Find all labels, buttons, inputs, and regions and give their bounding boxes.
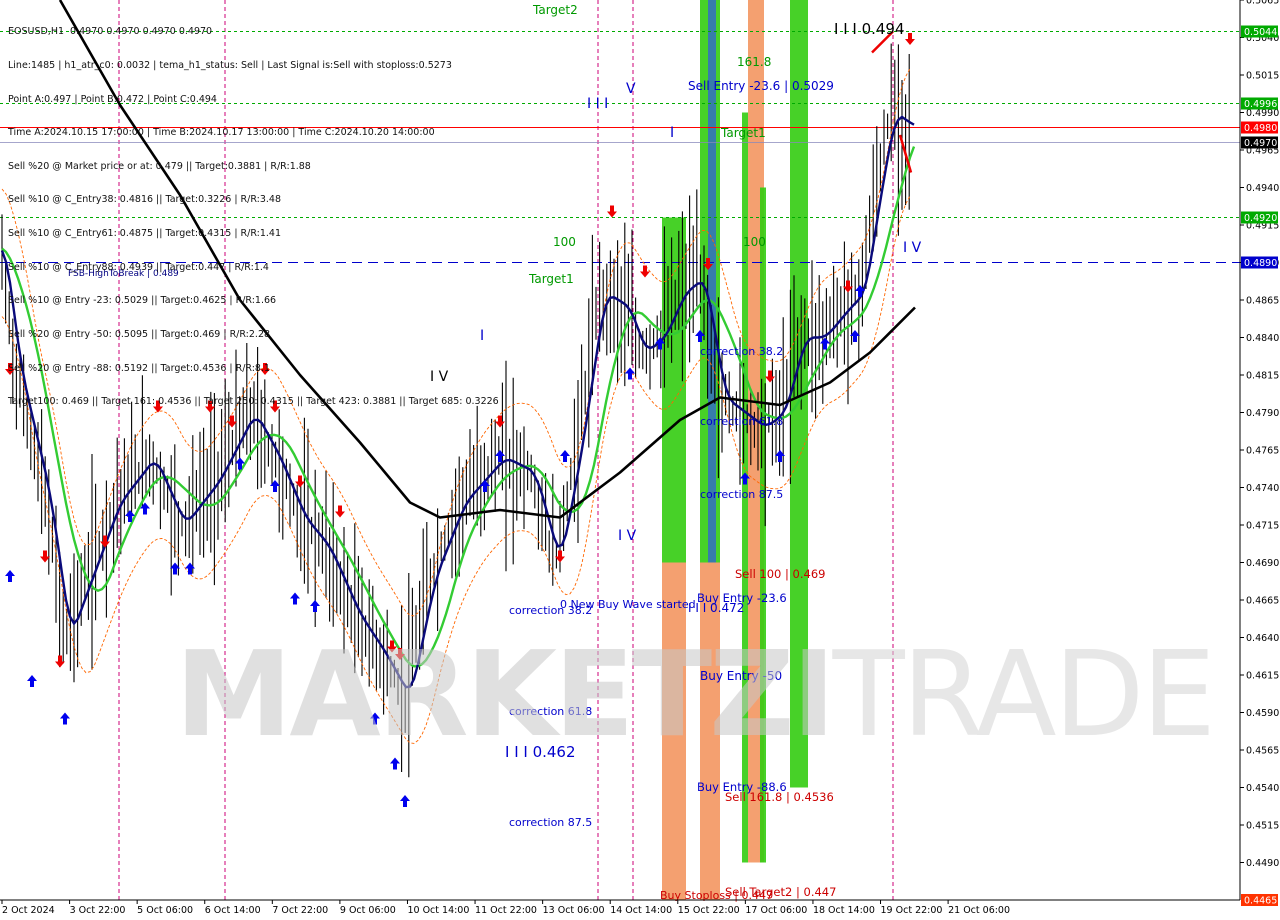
annotation-7: Target1 xyxy=(720,126,766,140)
annotation-4: I I I xyxy=(587,96,608,112)
buy-arrow-13 xyxy=(400,795,410,807)
info-line-sell-c88: Sell %10 @ C_Entry88: 0.4939 || Target:0… xyxy=(8,261,269,273)
annotation-29: correction 87.5 xyxy=(509,816,592,829)
annotation-5: V xyxy=(626,81,636,97)
watermark-thin: TRADE xyxy=(832,625,1216,763)
buy-arrow-9 xyxy=(290,592,300,605)
sell-arrow-15 xyxy=(607,205,617,218)
watermark: MARKETZITRADE xyxy=(175,625,1216,763)
annotation-17: correction 87.5 xyxy=(700,488,783,501)
buy-arrow-10 xyxy=(310,600,320,612)
price-badge-label-2: 0.4980 xyxy=(1244,123,1277,134)
price-badge-label-5: 0.4890 xyxy=(1244,258,1277,269)
buy-arrow-16 xyxy=(560,450,570,462)
y-tick-label-11: 0.4790 xyxy=(1246,408,1279,419)
y-tick-label-17: 0.4640 xyxy=(1246,633,1279,644)
price-badge-label-3: 0.4970 xyxy=(1244,138,1277,149)
x-tick-label-7: 11 Oct 22:00 xyxy=(475,905,537,916)
y-tick-label-10: 0.4815 xyxy=(1246,371,1279,382)
annotation-10: I V xyxy=(903,240,922,256)
annotation-19: Sell 100 | 0.469 xyxy=(735,567,825,581)
info-line-sell-c61: Sell %10 @ C_Entry61: 0.4875 || Target:0… xyxy=(8,228,282,240)
y-tick-label-13: 0.4740 xyxy=(1246,483,1279,494)
info-line-sell-e23: Sell %10 @ Entry -23: 0.5029 || Target:0… xyxy=(8,295,277,307)
x-tick-label-5: 9 Oct 06:00 xyxy=(340,905,396,916)
info-line-points: Point A:0.497 | Point B:0.472 | Point C:… xyxy=(8,93,217,105)
x-tick-label-13: 19 Oct 22:00 xyxy=(881,905,943,916)
annotation-1: I I I 0.494 xyxy=(834,20,905,38)
y-tick-label-8: 0.4865 xyxy=(1246,296,1279,307)
annotation-9: 100 xyxy=(743,235,766,249)
annotation-2: 161.8 xyxy=(737,55,771,69)
info-line-sell-c38: Sell %10 @ C_Entry38: 0.4816 || Target:0… xyxy=(8,194,282,206)
annotation-0: Target2 xyxy=(532,3,578,17)
annotation-23: Buy Entry -23.6 xyxy=(697,591,787,605)
x-tick-label-8: 13 Oct 06:00 xyxy=(543,905,605,916)
x-tick-label-12: 18 Oct 14:00 xyxy=(813,905,875,916)
annotation-15: correction 38.2 xyxy=(700,345,783,358)
annotation-18: I V xyxy=(618,528,637,544)
sell-arrow-16 xyxy=(640,265,650,278)
annotation-6: I xyxy=(670,125,674,141)
info-line-times: Time A:2024.10.15 17:00:00 | Time B:2024… xyxy=(8,127,435,139)
sell-arrow-18 xyxy=(765,370,775,383)
info-line-sell-e50: Sell %20 @ Entry -50: 0.5095 || Target:0… xyxy=(8,328,271,340)
buy-arrow-6 xyxy=(185,562,195,575)
x-tick-label-1: 3 Oct 22:00 xyxy=(70,905,126,916)
info-panel: EOSUSD,H1 0.4970 0.4970 0.4970 0.4970 Li… xyxy=(8,4,499,419)
x-tick-label-4: 7 Oct 22:00 xyxy=(272,905,328,916)
price-badge-label-0: 0.5044 xyxy=(1244,27,1277,38)
annotation-21: 0 New Buy Wave started xyxy=(560,598,696,611)
info-line-symbol: EOSUSD,H1 0.4970 0.4970 0.4970 0.4970 xyxy=(8,26,213,38)
annotation-12: Target1 xyxy=(528,272,574,286)
buy-arrow-2 xyxy=(60,712,70,725)
y-tick-label-15: 0.4690 xyxy=(1246,558,1279,569)
buy-arrow-1 xyxy=(27,675,37,687)
y-tick-label-23: 0.4490 xyxy=(1246,858,1279,869)
x-tick-label-3: 6 Oct 14:00 xyxy=(205,905,261,916)
info-line-targets: Target100: 0.469 || Target 161: 0.4536 |… xyxy=(8,396,499,408)
y-tick-label-12: 0.4765 xyxy=(1246,446,1279,457)
info-line-sell-market: Sell %20 @ Market price or at: 0.479 || … xyxy=(8,160,311,172)
x-tick-label-10: 15 Oct 22:00 xyxy=(678,905,740,916)
y-tick-label-18: 0.4615 xyxy=(1246,671,1279,682)
y-tick-label-20: 0.4565 xyxy=(1246,746,1279,757)
x-tick-label-11: 17 Oct 06:00 xyxy=(745,905,807,916)
info-line-status: Line:1485 | h1_atr_c0: 0.0032 | tema_h1_… xyxy=(8,60,452,72)
x-tick-label-6: 10 Oct 14:00 xyxy=(407,905,469,916)
x-tick-label-2: 5 Oct 06:00 xyxy=(137,905,193,916)
watermark-bold: MARKETZI xyxy=(175,625,836,763)
info-line-sell-e88: Sell %20 @ Entry -88: 0.5192 || Target:0… xyxy=(8,362,271,374)
y-tick-label-16: 0.4665 xyxy=(1246,596,1279,607)
sell-arrow-10 xyxy=(335,505,345,518)
y-tick-label-22: 0.4515 xyxy=(1246,821,1279,832)
y-tick-label-5: 0.4940 xyxy=(1246,183,1279,194)
annotation-8: 100 xyxy=(553,235,576,249)
y-tick-label-21: 0.4540 xyxy=(1246,783,1279,794)
price-badge-label-6: 0.4465 xyxy=(1244,896,1277,907)
price-badge-label-4: 0.4920 xyxy=(1244,213,1277,224)
price-badge-label-1: 0.4996 xyxy=(1244,99,1277,110)
sell-arrow-20 xyxy=(905,33,915,45)
y-tick-label-9: 0.4840 xyxy=(1246,333,1279,344)
annotation-16: correction 61.8 xyxy=(700,415,783,428)
y-tick-label-2: 0.5015 xyxy=(1246,71,1279,82)
x-tick-label-14: 21 Oct 06:00 xyxy=(948,905,1010,916)
annotation-3: Sell Entry -23.6 | 0.5029 xyxy=(688,79,834,93)
y-tick-label-0: 0.5065 xyxy=(1246,0,1279,7)
buy-arrow-17 xyxy=(625,367,635,380)
buy-arrow-0 xyxy=(5,570,15,582)
sell-arrow-9 xyxy=(295,475,305,488)
x-tick-label-0: 2 Oct 2024 xyxy=(2,905,55,916)
x-tick-label-9: 14 Oct 14:00 xyxy=(610,905,672,916)
annotation-31: Sell Target2 | 0.447 xyxy=(725,885,836,899)
y-tick-label-14: 0.4715 xyxy=(1246,521,1279,532)
y-tick-label-19: 0.4590 xyxy=(1246,708,1279,719)
buy-arrow-15 xyxy=(495,450,505,462)
annotation-28: Sell 161.8 | 0.4536 xyxy=(725,790,834,804)
